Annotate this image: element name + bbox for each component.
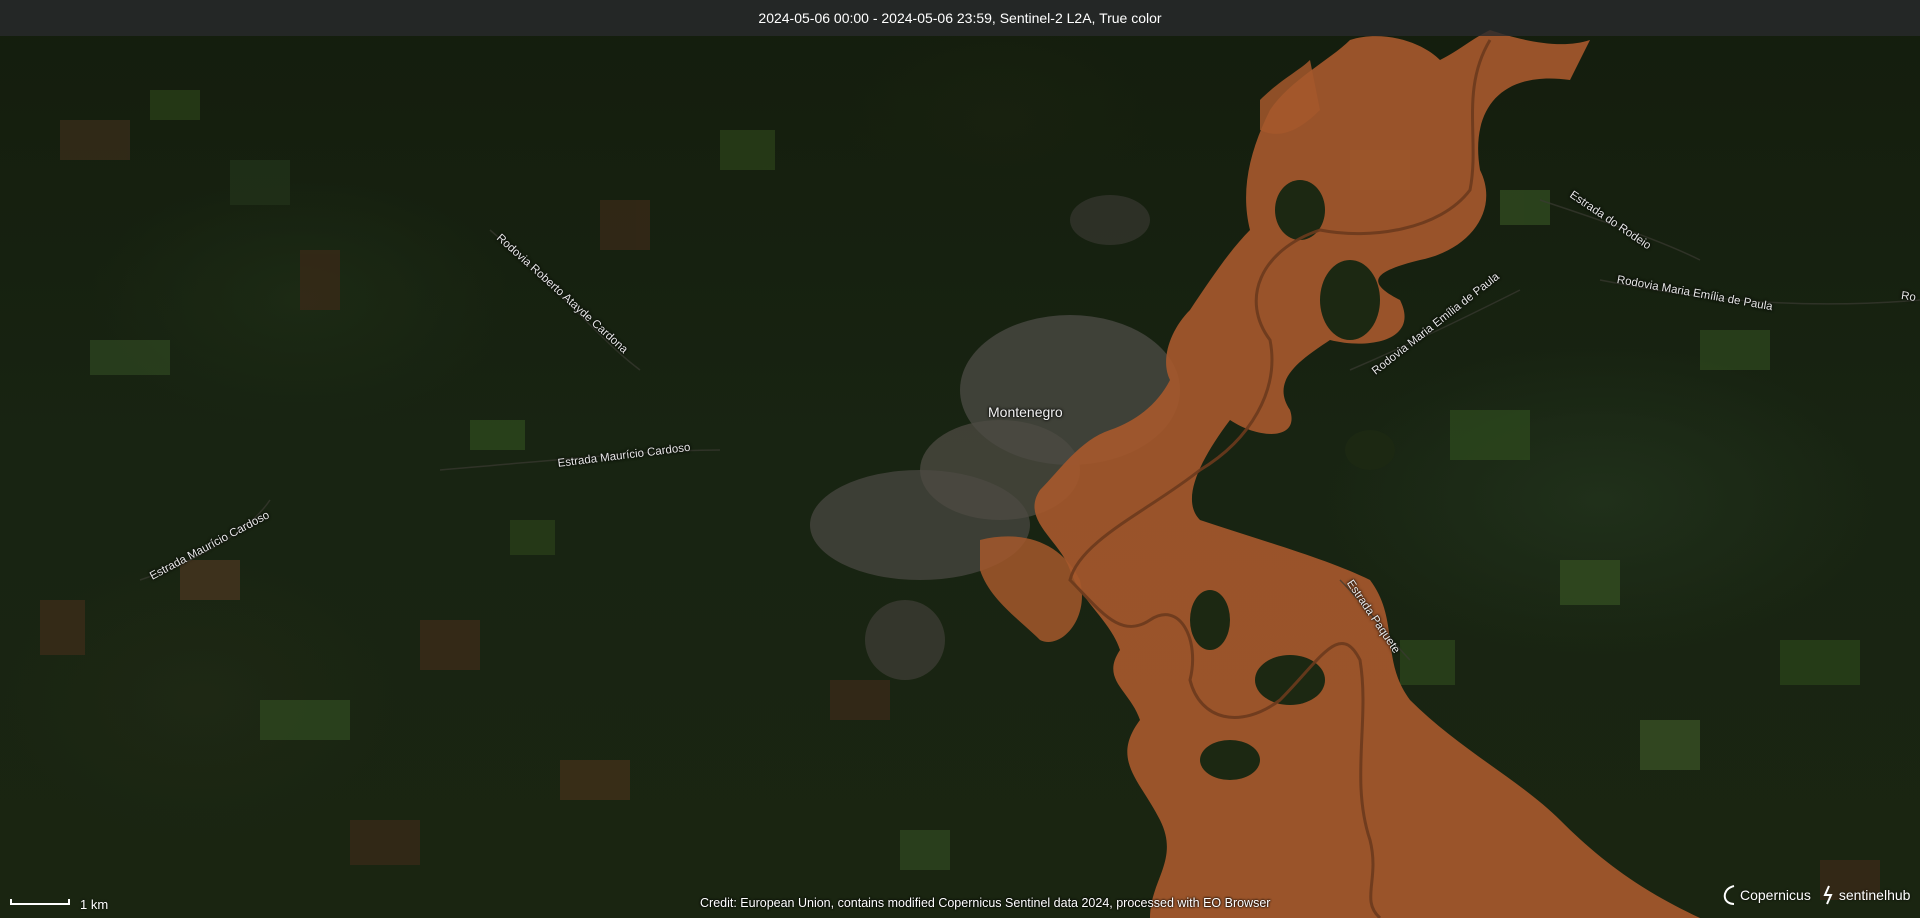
copernicus-icon xyxy=(1723,885,1735,905)
road-label-ro-partial[interactable]: Ro xyxy=(1900,290,1916,304)
scale-line xyxy=(10,899,70,905)
sentinelhub-logo[interactable]: sentinelhub xyxy=(1821,884,1911,906)
satellite-map[interactable]: Montenegro Rodovia Roberto Atayde Cardon… xyxy=(0,0,1920,918)
satellite-imagery xyxy=(40,30,1920,918)
logos: Copernicus sentinelhub xyxy=(1722,884,1920,906)
copernicus-logo[interactable]: Copernicus xyxy=(1722,884,1811,906)
credit-text: Credit: European Union, contains modifie… xyxy=(700,896,1271,910)
scale-label: 1 km xyxy=(80,896,109,912)
sentinelhub-label: sentinelhub xyxy=(1838,887,1911,903)
place-label-montenegro[interactable]: Montenegro xyxy=(988,404,1063,420)
copernicus-label: Copernicus xyxy=(1740,887,1811,903)
header-title: 2024-05-06 00:00 - 2024-05-06 23:59, Sen… xyxy=(758,10,1162,26)
scale-bar: 1 km xyxy=(10,895,108,913)
date-layer-header: 2024-05-06 00:00 - 2024-05-06 23:59, Sen… xyxy=(0,0,1920,36)
sentinelhub-icon xyxy=(1823,885,1833,905)
floodwater xyxy=(980,30,1700,918)
